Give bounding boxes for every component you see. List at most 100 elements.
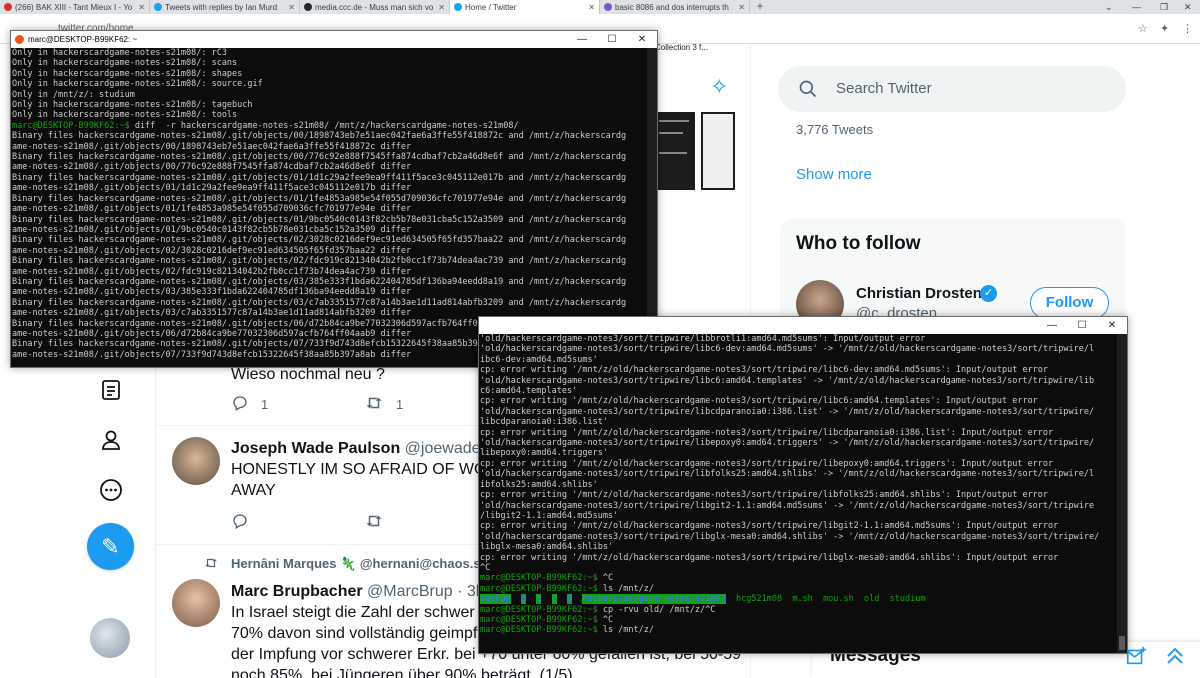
tab-title: media.ccc.de - Muss man sich vo (315, 2, 434, 12)
author-handle[interactable]: @MarcBrup (367, 583, 453, 600)
retweet-icon[interactable] (364, 512, 384, 530)
author-name[interactable]: Joseph Wade Paulson (231, 440, 400, 457)
terminal-line: Only in hackerscardgame-notes-s21m08/: t… (12, 100, 253, 111)
close-button[interactable]: ✕ (627, 31, 657, 48)
tab-8086[interactable]: basic 8086 and dos interrupts th ✕ (600, 0, 750, 14)
reply-count: 1 (261, 397, 269, 412)
ls-entry: studium (889, 594, 926, 605)
terminal-line: Binary files hackerscardgame-notes-s21m0… (12, 131, 627, 142)
terminal-line: ame-notes-s21m08/.git/objects/02/3028c02… (12, 245, 412, 256)
search-icon (799, 80, 817, 98)
close-tab-icon[interactable]: ✕ (738, 3, 745, 12)
ls-entry: m.sh (792, 594, 813, 605)
tab-search-icon[interactable]: ⌄ (1105, 0, 1113, 14)
window-titlebar[interactable]: — ☐ ✕ (479, 317, 1127, 334)
ubuntu-icon (15, 35, 24, 44)
terminal-line: ibc6-dev:amd64.md5sums' (480, 354, 598, 365)
close-tab-icon[interactable]: ✕ (138, 3, 145, 12)
terminal-line: cp: error writing '/mnt/z/old/hackerscar… (480, 552, 1059, 563)
terminal-line: Binary files hackerscardgame-notes-s21m0… (12, 276, 627, 287)
close-tab-icon[interactable]: ✕ (588, 3, 595, 12)
star-icon[interactable]: ☆ (1138, 22, 1148, 35)
ls-entry: b (536, 594, 542, 605)
close-tab-icon[interactable]: ✕ (288, 3, 295, 12)
lists-icon[interactable] (99, 378, 123, 402)
new-tab-button[interactable]: + (750, 0, 770, 14)
new-message-icon[interactable] (1125, 645, 1147, 667)
retweeted-by[interactable]: Hernâni Marques 🦎 @hernani@chaos.so (231, 556, 489, 572)
terminal-line: backup a b c d hackerscardgame-notes-s21… (480, 594, 1127, 605)
tab-youtube[interactable]: (266) BAK XIII - Tant Mieux I - Yo ✕ (0, 0, 150, 14)
close-button[interactable]: ✕ (1097, 317, 1127, 334)
terminal-line: marc@DESKTOP-B99KF62:~$ ^C (480, 573, 1127, 583)
command: ^C (597, 573, 614, 584)
prompt: marc@DESKTOP-B99KF62:~$ (480, 604, 598, 615)
prompt: marc@DESKTOP-B99KF62:~$ (480, 625, 598, 636)
terminal-line: libepoxy0:amd64.triggers' (480, 448, 608, 459)
tweets-count: 3,776 Tweets (796, 122, 874, 137)
scrollbar-thumb[interactable] (1119, 636, 1125, 650)
terminal-line: 'old/hackerscardgame-notes3/sort/tripwir… (480, 500, 1095, 511)
ls-entry: d (567, 594, 573, 605)
show-more-link[interactable]: Show more (796, 166, 872, 183)
follow-button[interactable]: Follow (1030, 287, 1109, 319)
sparkle-icon[interactable]: ✧ (710, 74, 728, 100)
command: ^C (597, 614, 614, 625)
media-preview[interactable] (657, 112, 737, 192)
minimize-button[interactable]: — (567, 31, 597, 48)
tab-title: Tweets with replies by Ian Murd (165, 2, 278, 12)
suggestion-name[interactable]: Christian Drosten (856, 285, 982, 302)
author-avatar[interactable] (172, 579, 220, 627)
ls-entry: c (551, 594, 557, 605)
tab-strip: (266) BAK XIII - Tant Mieux I - Yo ✕ Twee… (0, 0, 1200, 14)
who-to-follow-heading: Who to follow (796, 233, 921, 254)
profile-icon[interactable] (99, 428, 123, 452)
tab-home-twitter[interactable]: Home / Twitter ✕ (450, 0, 600, 14)
close-tab-icon[interactable]: ✕ (438, 3, 445, 12)
search-box[interactable]: Search Twitter (778, 66, 1126, 112)
tab-twitter-replies[interactable]: Tweets with replies by Ian Murd ✕ (150, 0, 300, 14)
close-window-button[interactable]: ✕ (1184, 0, 1192, 14)
account-avatar[interactable] (90, 618, 130, 658)
maximize-button[interactable]: ☐ (597, 31, 627, 48)
more-icon[interactable] (99, 478, 123, 502)
youtube-icon (4, 3, 12, 11)
bookmark-item[interactable]: Collection 3 f... (655, 43, 708, 52)
author-name[interactable]: Marc Brupbacher (231, 583, 363, 600)
reply-icon[interactable] (231, 512, 249, 530)
extensions-icon[interactable]: ✦ (1160, 22, 1169, 35)
compose-tweet-button[interactable]: ✎ (87, 523, 134, 570)
terminal-line: cp: error writing '/mnt/z/old/hackerscar… (480, 365, 1049, 376)
window-titlebar[interactable]: marc@DESKTOP-B99KF62: ~ — ☐ ✕ (11, 31, 657, 48)
retweet-count: 1 (396, 397, 404, 412)
terminal-line: 'old/hackerscardgame-notes3/sort/tripwir… (480, 375, 1095, 386)
search-input[interactable]: Search Twitter (836, 80, 932, 97)
author-avatar[interactable] (172, 437, 220, 485)
reply-icon[interactable] (231, 394, 249, 412)
minimize-button[interactable]: — (1132, 0, 1141, 14)
ls-entry: hackerscardgame-notes-s21m08 (582, 594, 726, 605)
terminal-line: Only in hackerscardgame-notes-s21m08/: s… (12, 58, 238, 69)
terminal-line: Only in hackerscardgame-notes-s21m08/: s… (12, 79, 263, 90)
maximize-button[interactable]: ☐ (1067, 317, 1097, 334)
tweet-text: In Israel steigt die Zahl der schwer Cov (231, 604, 508, 621)
scrollbar[interactable] (1117, 334, 1127, 653)
feather-icon: ✎ (101, 534, 120, 559)
terminal-line: ^C (480, 562, 491, 573)
maximize-button[interactable]: ❐ (1160, 0, 1168, 14)
menu-icon[interactable]: ⋮ (1182, 22, 1193, 35)
tweet-header: Joseph Wade Paulson @joewadepau (231, 438, 507, 459)
minimize-button[interactable]: — (1037, 317, 1067, 334)
verified-badge-icon: ✓ (980, 285, 997, 302)
terminal-line: Binary files hackerscardgame-notes-s21m0… (12, 235, 627, 246)
retweet-icon[interactable] (364, 394, 384, 412)
terminal-window[interactable]: — ☐ ✕ 'old/hackerscardgame-notes3/sort/t… (478, 316, 1128, 654)
terminal-line: 'old/hackerscardgame-notes3/sort/tripwir… (480, 469, 1095, 480)
tab-media-ccc[interactable]: media.ccc.de - Muss man sich vo ✕ (300, 0, 450, 14)
tab-title: Home / Twitter (465, 2, 517, 12)
terminal-line: cp: error writing '/mnt/z/old/hackerscar… (480, 396, 1038, 407)
terminal-output[interactable]: Only in hackerscardgame-notes-s21m08/: r… (11, 48, 657, 360)
terminal-output[interactable]: 'old/hackerscardgame-notes3/sort/tripwir… (479, 334, 1127, 636)
chevron-up-icon[interactable] (1163, 644, 1187, 668)
tab-title: (266) BAK XIII - Tant Mieux I - Yo (15, 2, 133, 12)
